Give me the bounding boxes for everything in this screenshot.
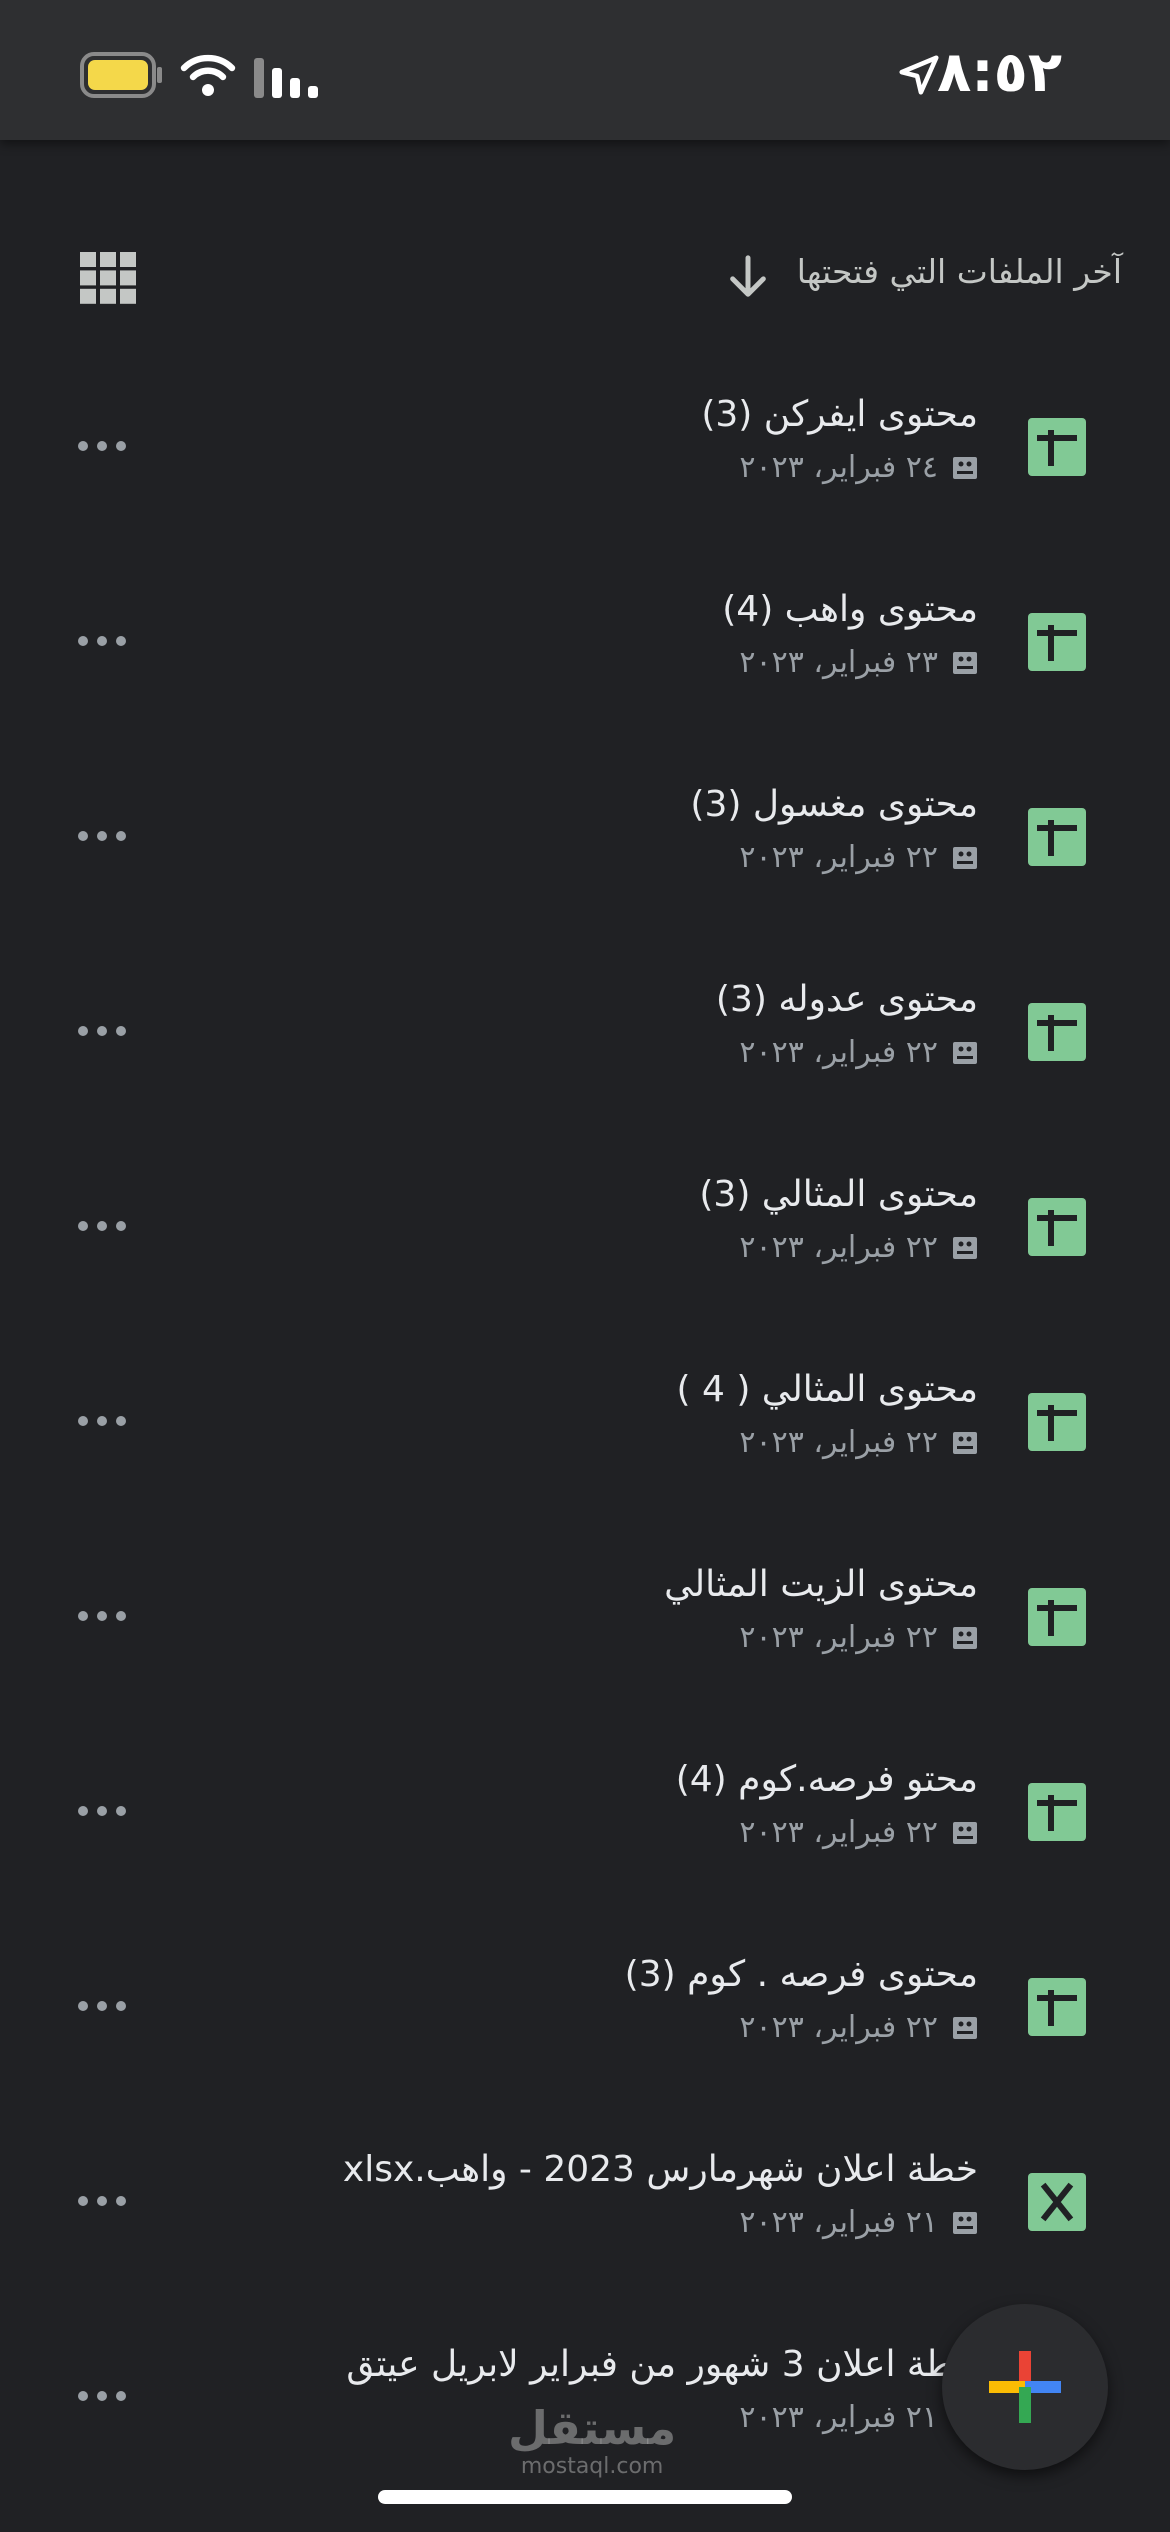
file-title: خطة اعلان 3 شهور من فبراير لابريل عيتق [346, 2344, 978, 2385]
cellular-signal-icon [254, 58, 318, 98]
new-file-button[interactable] [942, 2304, 1108, 2470]
file-date: ٢٢ فبراير، ٢٠٢٣ [739, 1035, 938, 1070]
shared-drive-icon [953, 456, 977, 479]
file-date: ٢٢ فبراير، ٢٠٢٣ [739, 2010, 938, 2045]
file-title: محتو فرصه.كوم (4) [675, 1759, 978, 1800]
file-row[interactable]: محتوى واهب (4) ٢٣ فبراير، ٢٠٢٣ [0, 545, 1170, 740]
shared-drive-icon [953, 1626, 977, 1649]
more-options-icon[interactable] [76, 1413, 128, 1429]
file-title: خطة اعلان شهرمارس 2023 - واهب.xlsx [342, 2149, 978, 2190]
file-row[interactable]: محتو فرصه.كوم (4) ٢٢ فبراير، ٢٠٢٣ [0, 1715, 1170, 1910]
file-meta: ٢٢ فبراير، ٢٠٢٣ [739, 1815, 978, 1850]
shared-drive-icon [953, 2016, 977, 2039]
list-header: آخر الملفات التي فتحتها [0, 228, 1170, 328]
file-date: ٢٢ فبراير، ٢٠٢٣ [739, 1815, 938, 1850]
excel-file-icon [1028, 2173, 1086, 2231]
file-title: محتوى فرصه . كوم (3) [624, 1954, 978, 1995]
more-options-icon[interactable] [76, 1803, 128, 1819]
location-arrow-icon [899, 55, 939, 95]
watermark-sub: mostaql.com [520, 2454, 664, 2479]
status-bar: ٨:٥٢ [0, 0, 1170, 140]
file-date: ٢٢ فبراير، ٢٠٢٣ [739, 1425, 938, 1460]
shared-drive-icon [953, 846, 977, 869]
status-time: ٨:٥٢ [937, 40, 1062, 105]
file-list: محتوى ايفركن (3) ٢٤ فبراير، ٢٠٢٣ محتوى واه… [0, 350, 1170, 2495]
file-date: ٢٢ فبراير، ٢٠٢٣ [739, 1620, 938, 1655]
file-title: محتوى ايفركن (3) [701, 394, 978, 435]
file-date: ٢١ فبراير، ٢٠٢٣ [739, 2400, 938, 2435]
file-date: ٢٣ فبراير، ٢٠٢٣ [739, 645, 938, 680]
more-options-icon[interactable] [76, 828, 128, 844]
watermark-main: مستقل [508, 2401, 677, 2455]
new-file-plus-icon [989, 2351, 1061, 2423]
file-title: محتوى المثالي (3) [699, 1174, 978, 1215]
file-row[interactable]: محتوى المثالي (3) ٢٢ فبراير، ٢٠٢٣ [0, 1130, 1170, 1325]
file-title: محتوى الزيت المثالي [664, 1564, 978, 1605]
sheets-file-icon [1028, 613, 1086, 671]
file-meta: ٢٢ فبراير، ٢٠٢٣ [739, 1230, 978, 1265]
file-meta: ٢١ فبراير، ٢٠٢٣ [739, 2400, 978, 2435]
sheets-file-icon [1028, 1978, 1086, 2036]
sheets-file-icon [1028, 1588, 1086, 1646]
file-meta: ٢٢ فبراير، ٢٠٢٣ [739, 2010, 978, 2045]
more-options-icon[interactable] [76, 1218, 128, 1234]
file-row[interactable]: محتوى مغسول (3) ٢٢ فبراير، ٢٠٢٣ [0, 740, 1170, 935]
sheets-file-icon [1028, 1198, 1086, 1256]
file-meta: ٢١ فبراير، ٢٠٢٣ [739, 2205, 978, 2240]
more-options-icon[interactable] [76, 438, 128, 454]
file-row[interactable]: محتوى المثالي ( 4 ) ٢٢ فبراير، ٢٠٢٣ [0, 1325, 1170, 1520]
wifi-icon [180, 54, 236, 96]
shared-drive-icon [953, 1041, 977, 1064]
shared-drive-icon [953, 2211, 977, 2234]
more-options-icon[interactable] [76, 1608, 128, 1624]
file-meta: ٢٢ فبراير، ٢٠٢٣ [739, 1425, 978, 1460]
sort-arrow-down-icon[interactable] [728, 254, 768, 300]
more-options-icon[interactable] [76, 1023, 128, 1039]
file-row[interactable]: محتوى فرصه . كوم (3) ٢٢ فبراير، ٢٠٢٣ [0, 1910, 1170, 2105]
battery-icon [80, 52, 162, 98]
home-indicator [378, 2490, 792, 2504]
shared-drive-icon [953, 1821, 977, 1844]
file-title: محتوى مغسول (3) [690, 784, 978, 825]
shared-drive-icon [953, 651, 977, 674]
file-date: ٢٢ فبراير، ٢٠٢٣ [739, 840, 938, 875]
file-meta: ٢٤ فبراير، ٢٠٢٣ [739, 450, 978, 485]
more-options-icon[interactable] [76, 2388, 128, 2404]
watermark-logo: مستقل mostaql.com [508, 2402, 676, 2479]
file-title: محتوى واهب (4) [722, 589, 978, 630]
sheets-file-icon [1028, 1783, 1086, 1841]
sheets-file-icon [1028, 418, 1086, 476]
file-meta: ٢٢ فبراير، ٢٠٢٣ [739, 1620, 978, 1655]
file-date: ٢٢ فبراير، ٢٠٢٣ [739, 1230, 938, 1265]
file-date: ٢١ فبراير، ٢٠٢٣ [739, 2205, 938, 2240]
file-title: محتوى عدوله (3) [715, 979, 978, 1020]
more-options-icon[interactable] [76, 633, 128, 649]
shared-drive-icon [953, 1431, 977, 1454]
file-row[interactable]: خطة اعلان شهرمارس 2023 - واهب.xlsx ٢١ فبر… [0, 2105, 1170, 2300]
file-row[interactable]: محتوى عدوله (3) ٢٢ فبراير، ٢٠٢٣ [0, 935, 1170, 1130]
grid-view-icon[interactable] [80, 252, 136, 304]
file-meta: ٢٣ فبراير، ٢٠٢٣ [739, 645, 978, 680]
file-meta: ٢٢ فبراير، ٢٠٢٣ [739, 840, 978, 875]
file-row[interactable]: محتوى ايفركن (3) ٢٤ فبراير، ٢٠٢٣ [0, 350, 1170, 545]
more-options-icon[interactable] [76, 1998, 128, 2014]
more-options-icon[interactable] [76, 2193, 128, 2209]
file-title: محتوى المثالي ( 4 ) [676, 1369, 978, 1410]
sheets-file-icon [1028, 808, 1086, 866]
file-date: ٢٤ فبراير، ٢٠٢٣ [739, 450, 938, 485]
file-meta: ٢٢ فبراير، ٢٠٢٣ [739, 1035, 978, 1070]
sheets-file-icon [1028, 1393, 1086, 1451]
sheets-file-icon [1028, 1003, 1086, 1061]
shared-drive-icon [953, 1236, 977, 1259]
sort-label[interactable]: آخر الملفات التي فتحتها [797, 252, 1122, 291]
file-row[interactable]: محتوى الزيت المثالي ٢٢ فبراير، ٢٠٢٣ [0, 1520, 1170, 1715]
